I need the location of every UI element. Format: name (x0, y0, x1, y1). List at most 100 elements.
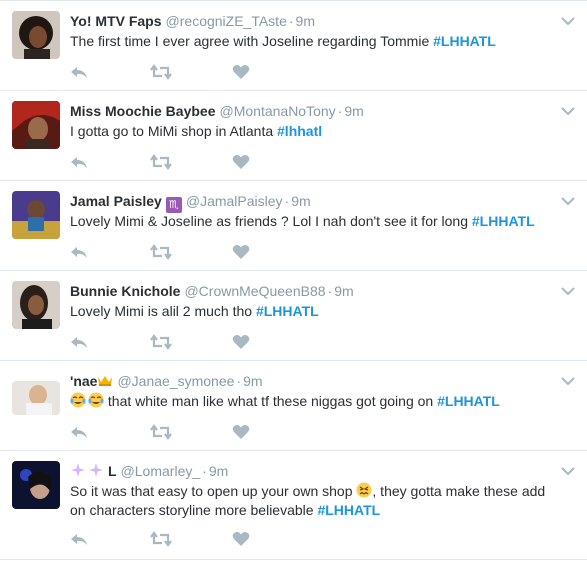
separator-dot: · (327, 283, 333, 299)
hashtag-link[interactable]: #LHHATL (437, 393, 500, 409)
tweet-header: 'nae @Janae_symonee · 9m (70, 371, 551, 391)
avatar[interactable] (12, 281, 60, 329)
user-handle[interactable]: @recogniZE_TAste (166, 13, 287, 29)
tweet-text: Lovely Mimi & Joseline as friends ? Lol … (70, 212, 567, 231)
heart-icon[interactable] (232, 64, 254, 82)
tweet-text-body: Lovely Mimi & Joseline as friends ? Lol … (70, 213, 472, 229)
tweet-text-body: The first time I ever agree with Joselin… (70, 33, 434, 49)
tweet-actions (70, 244, 270, 262)
hashtag-link[interactable]: #LHHATL (256, 303, 319, 319)
user-name[interactable]: Bunnie Knichole (70, 283, 180, 299)
user-name[interactable]: Jamal Paisley (70, 193, 162, 209)
tweet[interactable]: Jamal Paisley ♏ @JamalPaisley · 9m Lovely Mi… (0, 181, 587, 271)
tweet-actions (70, 334, 270, 352)
tweet-text: The first time I ever agree with Joselin… (70, 32, 567, 51)
tweet-actions (70, 424, 270, 442)
persevering-face-emoji-icon (356, 482, 372, 498)
timestamp[interactable]: 9m (344, 103, 363, 119)
tweet-text: Lovely Mimi is alil 2 much tho #LHHATL (70, 302, 567, 321)
tweet-text-body: I gotta go to MiMi shop in Atlanta (70, 123, 278, 139)
retweet-icon[interactable] (150, 154, 172, 172)
tweet-actions (70, 64, 270, 82)
avatar[interactable] (12, 461, 60, 509)
tweet[interactable]: 'nae @Janae_symonee · 9m that white man lik… (0, 361, 587, 451)
hashtag-link[interactable]: #LHHATL (433, 33, 496, 49)
reply-icon[interactable] (70, 154, 92, 172)
reply-icon[interactable] (70, 424, 92, 442)
tweet-text: So it was that easy to open up your own … (70, 482, 567, 520)
timestamp[interactable]: 9m (296, 13, 315, 29)
sparkles-emoji-icon (88, 462, 104, 478)
hashtag-link[interactable]: #lhhatl (277, 123, 322, 139)
heart-icon[interactable] (232, 334, 254, 352)
timestamp[interactable]: 9m (243, 373, 262, 389)
separator-dot: · (337, 103, 343, 119)
tweet[interactable]: L @Lomarley_ · 9m So it was that easy to op… (0, 451, 587, 560)
tweet-text-body: on characters storyline more believable (70, 502, 318, 518)
separator-dot: · (288, 13, 294, 29)
timestamp[interactable]: 9m (334, 283, 353, 299)
heart-icon[interactable] (232, 424, 254, 442)
timestamp[interactable]: 9m (209, 463, 228, 479)
tweet-actions (70, 154, 270, 172)
user-handle[interactable]: @JamalPaisley (186, 193, 283, 209)
user-name[interactable]: Miss Moochie Baybee (70, 103, 216, 119)
tweet-text-body: So it was that easy to open up your own … (70, 483, 357, 499)
reply-icon[interactable] (70, 244, 92, 262)
scorpio-badge: ♏ (165, 197, 182, 213)
tears-of-joy-emoji-icon (88, 392, 104, 408)
reply-icon[interactable] (70, 64, 92, 82)
user-name[interactable]: L (108, 463, 117, 479)
tweet[interactable]: Miss Moochie Baybee @MontanaNoTony · 9m I g… (0, 91, 587, 181)
tweet-timeline: Yo! MTV Faps @recogniZE_TAste · 9m The firs… (0, 0, 587, 566)
chevron-down-icon[interactable] (561, 13, 575, 26)
tweet[interactable]: Bunnie Knichole @CrownMeQueenB88 · 9m Lovel… (0, 271, 587, 361)
tweet-text: I gotta go to MiMi shop in Atlanta #lhha… (70, 122, 567, 141)
retweet-icon[interactable] (150, 334, 172, 352)
avatar[interactable] (12, 191, 60, 239)
user-handle[interactable]: @Janae_symonee (117, 373, 234, 389)
tweet-header: Jamal Paisley ♏ @JamalPaisley · 9m (70, 191, 551, 213)
tweet-actions (70, 531, 270, 549)
user-handle[interactable]: @Lomarley_ (121, 463, 201, 479)
retweet-icon[interactable] (150, 244, 172, 262)
retweet-icon[interactable] (150, 424, 172, 442)
user-name[interactable]: Yo! MTV Faps (70, 13, 162, 29)
tweet-text-body: that white man like what tf these niggas… (104, 393, 438, 409)
tears-of-joy-emoji-icon (70, 392, 86, 408)
user-name[interactable]: 'nae (70, 373, 97, 389)
tweet-header: Bunnie Knichole @CrownMeQueenB88 · 9m (70, 281, 551, 301)
tweet[interactable]: Yo! MTV Faps @recogniZE_TAste · 9m The firs… (0, 1, 587, 91)
hashtag-link[interactable]: #LHHATL (317, 502, 380, 518)
tweet-header: L @Lomarley_ · 9m (70, 461, 551, 481)
user-handle[interactable]: @CrownMeQueenB88 (184, 283, 325, 299)
chevron-down-icon[interactable] (561, 283, 575, 296)
tweet-text: that white man like what tf these niggas… (70, 392, 567, 411)
retweet-icon[interactable] (150, 64, 172, 82)
sparkles-emoji-icon (70, 462, 86, 478)
chevron-down-icon[interactable] (561, 373, 575, 386)
heart-icon[interactable] (232, 154, 254, 172)
chevron-down-icon[interactable] (561, 193, 575, 206)
chevron-down-icon[interactable] (561, 103, 575, 116)
tweet-text-body: , they gotta make these add (372, 483, 546, 499)
avatar[interactable] (12, 381, 60, 415)
chevron-down-icon[interactable] (561, 463, 575, 476)
heart-icon[interactable] (232, 244, 254, 262)
avatar[interactable] (12, 11, 60, 59)
tweet-header: Yo! MTV Faps @recogniZE_TAste · 9m (70, 11, 551, 31)
heart-icon[interactable] (232, 531, 254, 549)
reply-icon[interactable] (70, 334, 92, 352)
tweet-text-body: Lovely Mimi is alil 2 much tho (70, 303, 256, 319)
timestamp[interactable]: 9m (291, 193, 310, 209)
retweet-icon[interactable] (150, 531, 172, 549)
separator-dot: · (202, 463, 207, 479)
crown-emoji-icon (97, 372, 113, 388)
user-handle[interactable]: @MontanaNoTony (220, 103, 336, 119)
tweet-header: Miss Moochie Baybee @MontanaNoTony · 9m (70, 101, 551, 121)
separator-dot: · (236, 373, 242, 389)
avatar[interactable] (12, 101, 60, 149)
hashtag-link[interactable]: #LHHATL (472, 213, 535, 229)
separator-dot: · (284, 193, 290, 209)
reply-icon[interactable] (70, 531, 92, 549)
